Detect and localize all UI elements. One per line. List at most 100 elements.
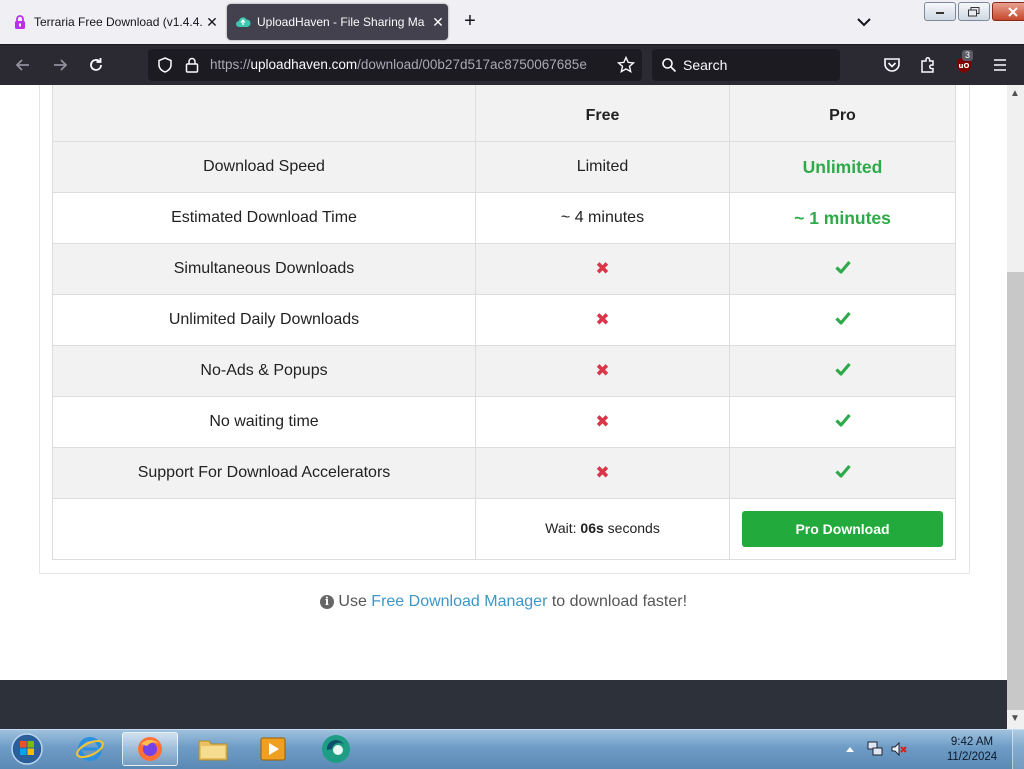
free-cell: ~ 4 minutes bbox=[475, 192, 730, 244]
hamburger-menu-icon[interactable] bbox=[990, 55, 1010, 75]
minimize-button[interactable] bbox=[924, 2, 956, 21]
clock-date: 11/2/2024 bbox=[946, 751, 998, 763]
download-manager-note: i Use Free Download Manager to download … bbox=[0, 593, 1007, 611]
back-arrow-icon[interactable] bbox=[13, 55, 33, 75]
cross-icon: ✖ bbox=[595, 412, 610, 431]
check-icon bbox=[834, 413, 851, 427]
free-value: ~ 4 minutes bbox=[560, 209, 645, 226]
volume-muted-icon[interactable] bbox=[890, 740, 908, 758]
scroll-down-arrow-icon[interactable]: ▼ bbox=[1010, 713, 1020, 724]
list-all-tabs-chevron-icon[interactable] bbox=[854, 12, 874, 32]
search-icon bbox=[662, 58, 677, 73]
address-bar[interactable]: https://uploadhaven.com/download/00b27d5… bbox=[148, 49, 642, 81]
taskbar-file-explorer[interactable] bbox=[185, 732, 241, 766]
info-icon: i bbox=[319, 595, 334, 609]
folder-icon bbox=[198, 740, 228, 761]
pro-value: Unlimited bbox=[802, 156, 883, 177]
note-suffix: to download faster! bbox=[551, 593, 688, 610]
network-icon[interactable] bbox=[866, 740, 884, 758]
scrollbar-thumb[interactable] bbox=[1007, 272, 1024, 710]
firefox-icon bbox=[138, 737, 162, 761]
cross-icon: ✖ bbox=[595, 310, 610, 329]
wait-suffix: seconds bbox=[607, 520, 660, 536]
close-icon bbox=[1008, 6, 1018, 17]
taskbar-app[interactable] bbox=[308, 732, 364, 766]
restore-button[interactable] bbox=[958, 2, 990, 21]
svg-text:uO: uO bbox=[959, 62, 970, 70]
pro-cell bbox=[729, 447, 956, 499]
page-footer bbox=[0, 680, 1007, 729]
free-cell: ✖ bbox=[475, 294, 730, 346]
scroll-up-arrow-icon[interactable]: ▲ bbox=[1010, 88, 1020, 99]
pocket-icon[interactable] bbox=[882, 55, 902, 75]
show-desktop-button[interactable] bbox=[1012, 730, 1024, 769]
free-value: Limited bbox=[576, 158, 629, 175]
shield-icon[interactable] bbox=[156, 56, 174, 74]
table-row: Support For Download Accelerators ✖ bbox=[52, 447, 956, 499]
url-scheme: https:// bbox=[210, 57, 251, 72]
forward-arrow-icon[interactable] bbox=[50, 55, 70, 75]
header-free: Free bbox=[475, 85, 730, 142]
wait-cell: Wait: 06s seconds bbox=[475, 498, 730, 560]
bookmark-star-icon[interactable] bbox=[617, 56, 635, 74]
search-placeholder: Search bbox=[683, 57, 728, 73]
pro-download-button[interactable]: Pro Download bbox=[742, 511, 943, 547]
windows-taskbar: 9:42 AM 11/2/2024 bbox=[0, 729, 1024, 769]
cross-icon: ✖ bbox=[595, 259, 610, 278]
system-clock[interactable]: 9:42 AM 11/2/2024 bbox=[936, 735, 1008, 765]
check-icon bbox=[834, 311, 851, 325]
restore-icon bbox=[968, 6, 980, 16]
taskbar-internet-explorer[interactable] bbox=[62, 732, 118, 766]
pro-cell bbox=[729, 345, 956, 397]
internet-explorer-icon bbox=[76, 737, 104, 761]
url-text[interactable]: https://uploadhaven.com/download/00b27d5… bbox=[210, 57, 610, 72]
table-row: Estimated Download Time ~ 4 minutes ~ 1 mi… bbox=[52, 192, 956, 244]
tab-terraria[interactable]: Terraria Free Download (v1.4.4.9 ✕ bbox=[6, 4, 222, 40]
feature-cell: No waiting time bbox=[52, 396, 476, 448]
pro-value: ~ 1 minutes bbox=[794, 207, 891, 228]
table-row: No-Ads & Popups ✖ bbox=[52, 345, 956, 397]
pro-cell: Unlimited bbox=[729, 141, 956, 193]
navigation-toolbar: https://uploadhaven.com/download/00b27d5… bbox=[0, 44, 1024, 86]
url-host: uploadhaven.com bbox=[250, 57, 358, 72]
cross-icon: ✖ bbox=[595, 463, 610, 482]
private-lock-icon bbox=[15, 15, 25, 29]
table-header-row: Free Pro bbox=[52, 85, 956, 142]
note-prefix: Use bbox=[338, 593, 367, 610]
plan-comparison-table: Free Pro Download Speed Limited Unlimited E… bbox=[52, 85, 956, 560]
lock-icon[interactable] bbox=[184, 56, 200, 74]
taskbar-firefox[interactable] bbox=[122, 732, 178, 766]
feature-cell: Unlimited Daily Downloads bbox=[52, 294, 476, 346]
new-tab-plus-icon[interactable]: + bbox=[458, 10, 482, 33]
feature-cell: Simultaneous Downloads bbox=[52, 243, 476, 295]
media-player-icon bbox=[260, 737, 286, 761]
start-button[interactable] bbox=[0, 732, 54, 766]
close-window-button[interactable] bbox=[992, 2, 1024, 21]
feature-cell: No-Ads & Popups bbox=[52, 345, 476, 397]
check-icon bbox=[834, 362, 851, 376]
free-download-manager-link[interactable]: Free Download Manager bbox=[371, 593, 547, 610]
check-icon bbox=[834, 260, 851, 274]
taskbar-media-player[interactable] bbox=[245, 732, 301, 766]
clock-time: 9:42 AM bbox=[950, 736, 994, 748]
pro-cell bbox=[729, 396, 956, 448]
table-row: Download Speed Limited Unlimited bbox=[52, 141, 956, 193]
tab-bar: Terraria Free Download (v1.4.4.9 ✕ Uploa… bbox=[0, 0, 1024, 44]
tab-uploadhaven[interactable]: UploadHaven - File Sharing Ma ✕ bbox=[227, 4, 448, 40]
tab-close-icon[interactable]: ✕ bbox=[202, 14, 222, 31]
page-viewport: Free Pro Download Speed Limited Unlimited E… bbox=[0, 85, 1007, 729]
show-hidden-icons-arrow-icon[interactable] bbox=[844, 744, 856, 754]
url-path: /download/00b27d517ac8750067685e bbox=[357, 57, 587, 72]
free-cell: ✖ bbox=[475, 243, 730, 295]
app-icon bbox=[322, 735, 350, 763]
search-bar[interactable]: Search bbox=[652, 49, 840, 81]
tab-close-icon[interactable]: ✕ bbox=[428, 14, 448, 31]
wait-countdown: Wait: 06s seconds bbox=[545, 520, 660, 536]
pro-download-cell: Pro Download bbox=[729, 498, 956, 560]
header-pro: Pro bbox=[729, 85, 956, 142]
free-cell: ✖ bbox=[475, 396, 730, 448]
extensions-puzzle-icon[interactable] bbox=[918, 55, 938, 75]
pro-cell bbox=[729, 243, 956, 295]
reload-icon[interactable] bbox=[86, 55, 106, 75]
pro-cell: ~ 1 minutes bbox=[729, 192, 956, 244]
